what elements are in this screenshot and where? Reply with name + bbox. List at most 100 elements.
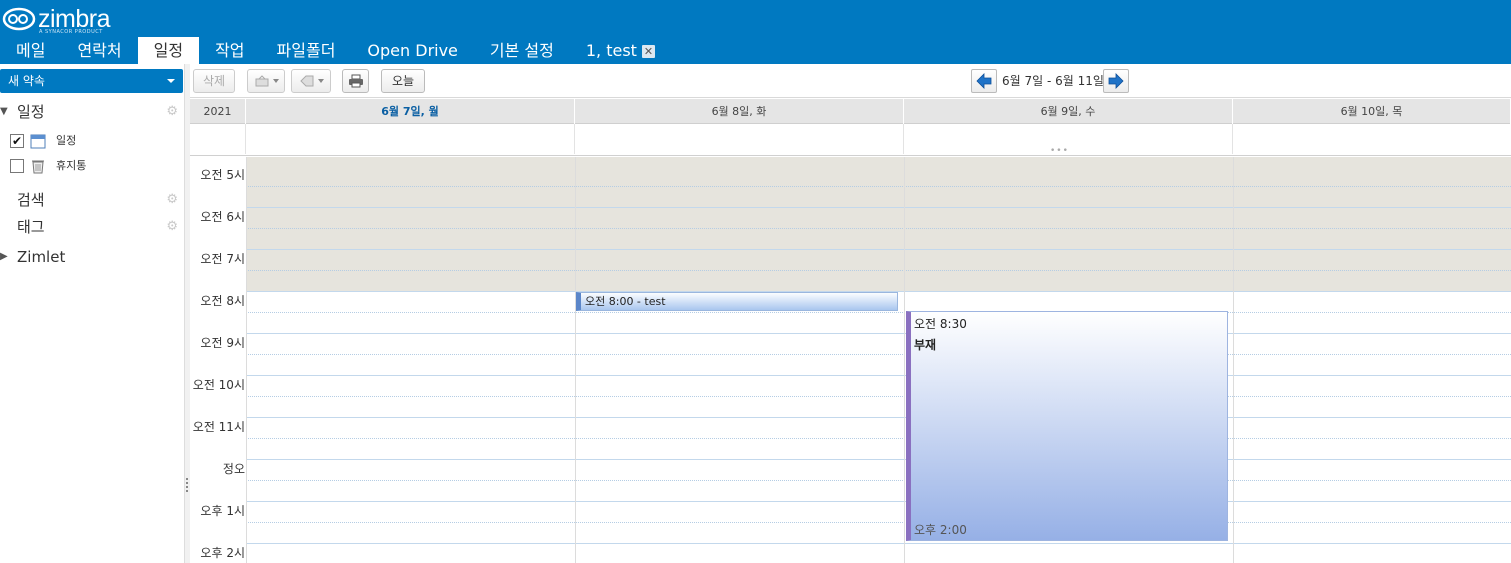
tab-appointment-test[interactable]: 1, test ✕ <box>570 37 671 64</box>
logo-text: zimbra <box>38 5 111 33</box>
tab-mail[interactable]: 메일 <box>0 37 61 64</box>
time-label: 오전 6시 <box>200 210 245 224</box>
tab-open-drive[interactable]: Open Drive <box>351 37 473 64</box>
half-hour-line <box>246 270 1511 271</box>
date-range-label: 6월 7일 - 6월 11일 <box>1002 74 1104 88</box>
delete-label: 삭제 <box>202 74 226 88</box>
tab-label: 일정 <box>153 41 184 60</box>
move-button[interactable] <box>247 69 285 93</box>
splitter-grip-icon[interactable] <box>186 478 188 492</box>
hour-line <box>246 207 1511 208</box>
tab-calendar[interactable]: 일정 <box>137 37 200 64</box>
day-header-thu[interactable]: 6월 10일, 목 <box>1233 99 1511 124</box>
half-hour-line <box>246 354 1511 355</box>
chevron-down-icon <box>317 79 324 83</box>
calendar-item-calendar[interactable]: ✔ 일정 <box>10 131 180 151</box>
time-label: 오전 7시 <box>200 252 245 266</box>
half-hour-line <box>246 438 1511 439</box>
all-day-cell[interactable] <box>575 124 904 154</box>
appointment-title: 부재 <box>914 338 937 352</box>
year-label: 2021 <box>190 99 246 124</box>
section-zimlet[interactable]: ▶ Zimlet <box>0 246 184 268</box>
tab-label: 파일폴더 <box>276 41 336 60</box>
section-label: Zimlet <box>17 248 66 266</box>
previous-week-button[interactable] <box>971 69 997 93</box>
all-day-cell[interactable] <box>246 124 575 154</box>
time-grid[interactable]: 오전 5시 오전 6시 오전 7시 오전 8시 오전 9시 오전 10시 오전 … <box>190 157 1511 563</box>
section-search[interactable]: 검색 ⚙ <box>0 189 184 211</box>
new-appointment-button[interactable]: 새 약속 <box>0 69 183 93</box>
appointment-out-of-office[interactable]: 오전 8:30 부재 오후 2:00 <box>906 311 1228 541</box>
hour-line <box>246 543 1511 544</box>
half-hour-line <box>246 312 1511 313</box>
hour-line <box>246 249 1511 250</box>
tab-contacts[interactable]: 연락처 <box>61 37 137 64</box>
time-label: 오전 9시 <box>200 336 245 350</box>
time-label: 오전 11시 <box>192 420 245 434</box>
section-label: 검색 <box>17 191 45 209</box>
calendar-item-label: 휴지통 <box>56 159 87 172</box>
expand-triangle-icon[interactable]: ▼ <box>0 101 8 123</box>
time-label: 오후 2시 <box>200 546 245 560</box>
zimbra-logo[interactable]: zimbra A SYNACOR PRODUCT <box>2 4 111 35</box>
time-label: 오후 1시 <box>200 504 245 518</box>
resize-handle-icon[interactable]: ••• <box>1050 146 1069 156</box>
tab-preferences[interactable]: 기본 설정 <box>474 37 570 64</box>
tag-button[interactable] <box>291 69 331 93</box>
close-icon[interactable]: ✕ <box>641 45 655 58</box>
trash-checkbox[interactable] <box>10 159 24 173</box>
day-divider <box>904 157 905 563</box>
gear-icon[interactable]: ⚙ <box>166 193 178 207</box>
half-hour-line <box>246 522 1511 523</box>
day-header-tue[interactable]: 6월 8일, 화 <box>575 99 904 124</box>
zimbra-app: zimbra A SYNACOR PRODUCT 메일 연락처 일정 작업 파일… <box>0 0 1511 563</box>
delete-button[interactable]: 삭제 <box>193 69 235 93</box>
today-button[interactable]: 오늘 <box>381 69 425 93</box>
calendar-checkbox[interactable]: ✔ <box>10 134 24 148</box>
print-button[interactable] <box>342 69 369 93</box>
printer-icon <box>348 74 363 88</box>
hour-line <box>246 333 1511 334</box>
chevron-down-icon[interactable] <box>167 79 175 83</box>
gear-icon[interactable]: ⚙ <box>166 105 178 119</box>
app-tabs: 메일 연락처 일정 작업 파일폴더 Open Drive 기본 설정 1, te… <box>0 37 671 64</box>
hour-line <box>246 459 1511 460</box>
arrow-left-icon <box>976 73 992 89</box>
day-header-mon[interactable]: 6월 7일, 월 <box>246 99 575 124</box>
appointment-end-time: 오후 2:00 <box>914 523 967 537</box>
section-calendars[interactable]: ▼ 일정 ⚙ <box>0 101 184 123</box>
section-label: 태그 <box>17 218 45 236</box>
week-view: 2021 6월 7일, 월 6월 8일, 화 6월 9일, 수 6월 10일, … <box>190 99 1511 563</box>
new-appointment-label: 새 약속 <box>8 74 45 88</box>
next-week-button[interactable] <box>1103 69 1129 93</box>
calendar-toolbar: 삭제 오늘 6월 7일 - 6월 11일 <box>190 64 1511 98</box>
all-day-cell[interactable] <box>1233 124 1511 154</box>
logo-subtext: A SYNACOR PRODUCT <box>39 29 103 35</box>
appointment-start-time: 오전 8:30 <box>914 317 967 331</box>
appointment-test[interactable]: 오전 8:00 - test <box>576 292 898 311</box>
section-label: 일정 <box>17 103 45 121</box>
hour-line <box>246 375 1511 376</box>
all-day-row[interactable]: ••• <box>190 124 1511 156</box>
all-day-gutter <box>190 124 246 154</box>
collapsed-triangle-icon[interactable]: ▶ <box>0 246 8 268</box>
time-label: 오전 8시 <box>200 294 245 308</box>
tab-tasks[interactable]: 작업 <box>199 37 260 64</box>
day-divider <box>575 157 576 563</box>
trash-icon <box>32 160 44 174</box>
time-label: 오전 10시 <box>192 378 245 392</box>
half-hour-line <box>246 480 1511 481</box>
half-hour-line <box>246 186 1511 187</box>
time-label: 정오 <box>222 462 245 476</box>
day-header-wed[interactable]: 6월 9일, 수 <box>904 99 1233 124</box>
calendar-item-trash[interactable]: 휴지통 <box>10 156 180 176</box>
zimbra-logo-icon <box>2 7 36 31</box>
day-divider <box>1233 157 1234 563</box>
gear-icon[interactable]: ⚙ <box>166 220 178 234</box>
today-label: 오늘 <box>391 74 415 88</box>
section-tags[interactable]: 태그 ⚙ <box>0 216 184 238</box>
hour-line <box>246 501 1511 502</box>
tab-label: 작업 <box>215 41 245 60</box>
tab-briefcase[interactable]: 파일폴더 <box>261 37 352 64</box>
day-divider <box>246 157 247 563</box>
